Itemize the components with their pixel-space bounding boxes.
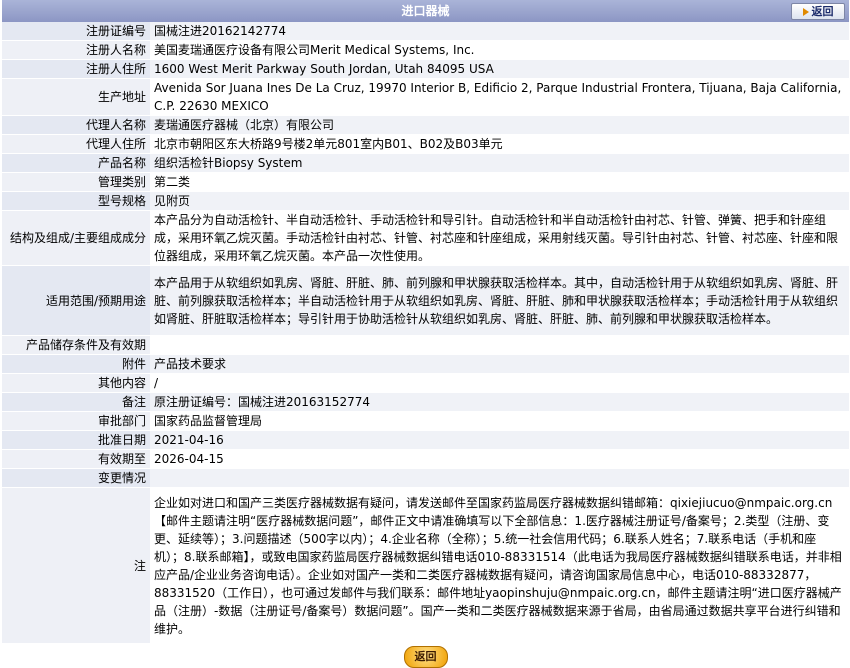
- field-value: 1600 West Merit Parkway South Jordan, Ut…: [150, 60, 849, 79]
- back-button-bottom-label: 返回: [414, 650, 437, 663]
- table-row: 代理人住所 北京市朝阳区东大桥路9号楼2单元801室内B01、B02及B03单元: [2, 135, 849, 154]
- field-label: 附件: [2, 355, 150, 374]
- field-value: 2026-04-15: [150, 450, 849, 469]
- table-row: 代理人名称 麦瑞通医疗器械（北京）有限公司: [2, 116, 849, 135]
- field-value: 第二类: [150, 173, 849, 192]
- field-value: [150, 469, 849, 488]
- field-value: 组织活检针Biopsy System: [150, 154, 849, 173]
- field-value: 产品技术要求: [150, 355, 849, 374]
- table-row: 注册人名称 美国麦瑞通医疗设备有限公司Merit Medical Systems,…: [2, 41, 849, 60]
- field-value: Avenida Sor Juana Ines De La Cruz, 19970…: [150, 79, 849, 116]
- back-button-top-label: 返回: [811, 5, 834, 18]
- field-value: 国家药品监督管理局: [150, 412, 849, 431]
- table-row: 结构及组成/主要组成成分 本产品分为自动活检针、半自动活检针、手动活检针和导引针。…: [2, 211, 849, 266]
- table-row: 注册人住所 1600 West Merit Parkway South Jorda…: [2, 60, 849, 79]
- field-label: 注册证编号: [2, 22, 150, 41]
- field-value: [150, 336, 849, 355]
- field-label: 代理人名称: [2, 116, 150, 135]
- table-row: 型号规格 见附页: [2, 192, 849, 211]
- field-value: 北京市朝阳区东大桥路9号楼2单元801室内B01、B02及B03单元: [150, 135, 849, 154]
- field-label: 管理类别: [2, 173, 150, 192]
- field-label: 适用范围/预期用途: [2, 266, 150, 336]
- field-value: 麦瑞通医疗器械（北京）有限公司: [150, 116, 849, 135]
- back-arrow-icon: [802, 8, 809, 16]
- field-label: 代理人住所: [2, 135, 150, 154]
- page-title: 进口器械: [401, 4, 450, 18]
- table-row: 注企业如对进口和国产三类医疗器械数据有疑问，请发送邮件至国家药监局医疗器械数据纠…: [2, 488, 849, 644]
- back-button-bottom[interactable]: 返回: [403, 646, 448, 668]
- table-row: 产品名称 组织活检针Biopsy System: [2, 154, 849, 173]
- field-value: 本产品分为自动活检针、半自动活检针、手动活检针和导引针。自动活检针和半自动活检针…: [150, 211, 849, 266]
- title-bar: 进口器械 返回: [2, 0, 849, 22]
- field-value: 国械注进20162142774: [150, 22, 849, 41]
- detail-table: 注册证编号 国械注进20162142774 注册人名称 美国麦瑞通医疗设备有限公司Me…: [2, 22, 849, 644]
- field-label: 其他内容: [2, 374, 150, 393]
- field-label: 批准日期: [2, 431, 150, 450]
- field-value: /: [150, 374, 849, 393]
- table-row: 备注 原注册证编号：国械注进20163152774: [2, 393, 849, 412]
- field-value: 本产品用于从软组织如乳房、肾脏、肝脏、肺、前列腺和甲状腺获取活检样本。其中，自动…: [150, 266, 849, 336]
- table-row: 其他内容 /: [2, 374, 849, 393]
- table-row: 注册证编号 国械注进20162142774: [2, 22, 849, 41]
- field-value: 企业如对进口和国产三类医疗器械数据有疑问，请发送邮件至国家药监局医疗器械数据纠错…: [150, 488, 849, 644]
- field-label: 变更情况: [2, 469, 150, 488]
- table-row: 有效期至 2026-04-15: [2, 450, 849, 469]
- field-label: 产品名称: [2, 154, 150, 173]
- field-label: 型号规格: [2, 192, 150, 211]
- field-label: 审批部门: [2, 412, 150, 431]
- table-row: 生产地址 Avenida Sor Juana Ines De La Cruz, 1…: [2, 79, 849, 116]
- field-label: 注册人名称: [2, 41, 150, 60]
- table-row: 管理类别 第二类: [2, 173, 849, 192]
- footer: 返回: [2, 644, 849, 668]
- field-label: 生产地址: [2, 79, 150, 116]
- field-value: 见附页: [150, 192, 849, 211]
- field-label: 结构及组成/主要组成成分: [2, 211, 150, 266]
- field-label: 有效期至: [2, 450, 150, 469]
- table-row: 审批部门 国家药品监督管理局: [2, 412, 849, 431]
- table-row: 产品储存条件及有效期: [2, 336, 849, 355]
- back-button-top[interactable]: 返回: [791, 3, 845, 20]
- field-label: 产品储存条件及有效期: [2, 336, 150, 355]
- field-label: 注册人住所: [2, 60, 150, 79]
- field-value: 美国麦瑞通医疗设备有限公司Merit Medical Systems, Inc.: [150, 41, 849, 60]
- field-label: 备注: [2, 393, 150, 412]
- table-row: 变更情况: [2, 469, 849, 488]
- field-value: 原注册证编号：国械注进20163152774: [150, 393, 849, 412]
- table-row: 批准日期 2021-04-16: [2, 431, 849, 450]
- detail-panel: 进口器械 返回 注册证编号 国械注进20162142774 注册人名称 美国麦瑞通医疗…: [2, 0, 849, 668]
- field-label: 注: [2, 488, 150, 644]
- table-row: 附件 产品技术要求: [2, 355, 849, 374]
- table-row: 适用范围/预期用途 本产品用于从软组织如乳房、肾脏、肝脏、肺、前列腺和甲状腺获取活…: [2, 266, 849, 336]
- field-value: 2021-04-16: [150, 431, 849, 450]
